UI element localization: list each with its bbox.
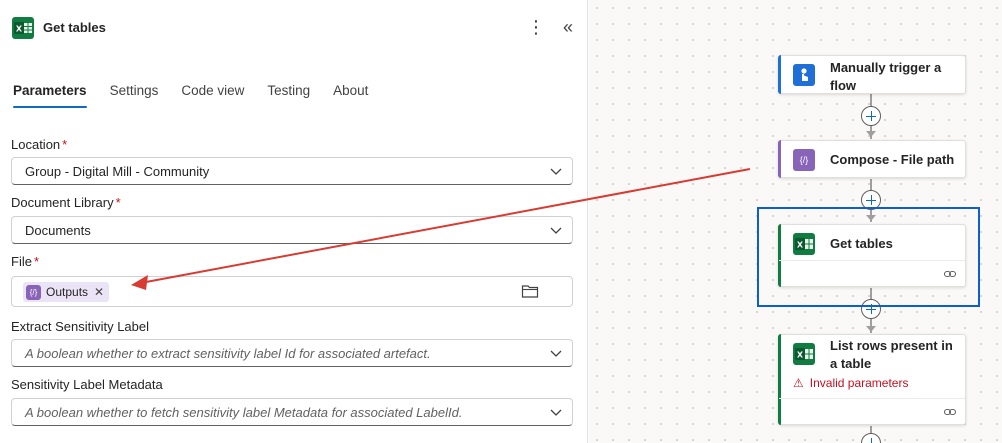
excel-icon: X bbox=[793, 343, 815, 365]
error-text: Invalid parameters bbox=[809, 376, 909, 390]
compose-icon: {/} bbox=[26, 284, 41, 300]
insert-step-button[interactable] bbox=[861, 106, 881, 126]
compose-icon: {/} bbox=[793, 149, 815, 171]
required-marker: * bbox=[115, 195, 121, 210]
card-title: Compose - File path bbox=[830, 152, 955, 167]
tab-settings[interactable]: Settings bbox=[110, 82, 159, 112]
flow-card-list-rows[interactable]: X List rows present in a table ⚠ Invalid… bbox=[778, 334, 966, 425]
more-options-button[interactable]: ⋮ bbox=[527, 16, 545, 40]
document-library-value: Documents bbox=[25, 223, 91, 238]
chevron-down-icon bbox=[550, 350, 562, 357]
chevron-down-icon bbox=[550, 168, 562, 175]
insert-step-button[interactable] bbox=[861, 299, 881, 319]
tab-testing[interactable]: Testing bbox=[267, 82, 310, 112]
panel-tabs: Parameters Settings Code view Testing Ab… bbox=[13, 82, 391, 114]
tab-parameters[interactable]: Parameters bbox=[13, 82, 87, 112]
flow-card-compose[interactable]: {/} Compose - File path bbox=[778, 140, 966, 178]
card-title: Get tables bbox=[830, 236, 893, 251]
tab-about[interactable]: About bbox=[333, 82, 368, 112]
sensitivity-metadata-label: Sensitivity Label Metadata bbox=[11, 377, 163, 392]
folder-icon[interactable] bbox=[521, 283, 539, 299]
extract-sensitivity-placeholder: A boolean whether to extract sensitivity… bbox=[25, 346, 431, 361]
extract-sensitivity-label: Extract Sensitivity Label bbox=[11, 319, 150, 334]
link-icon bbox=[943, 270, 957, 278]
link-icon bbox=[943, 408, 957, 416]
panel-title: Get tables bbox=[43, 20, 106, 35]
tab-code-view[interactable]: Code view bbox=[181, 82, 244, 112]
connector-arrow bbox=[866, 326, 876, 332]
token-label: Outputs bbox=[46, 285, 89, 299]
location-label: Location * bbox=[11, 137, 67, 152]
card-footer bbox=[779, 260, 965, 286]
card-accent bbox=[778, 55, 781, 94]
required-marker: * bbox=[62, 137, 68, 152]
svg-text:X: X bbox=[797, 241, 804, 250]
document-library-label: Document Library * bbox=[11, 195, 121, 210]
file-label: File * bbox=[11, 254, 39, 269]
action-details-panel: X Get tables ⋮ « Parameters Settings Cod… bbox=[0, 0, 588, 443]
file-label-text: File bbox=[11, 254, 32, 269]
flow-card-get-tables[interactable]: X Get tables bbox=[778, 224, 966, 287]
card-title: Manually trigger a flow bbox=[830, 60, 942, 93]
error-message: ⚠ Invalid parameters bbox=[793, 376, 908, 390]
chevron-down-icon bbox=[550, 227, 562, 234]
connector-arrow bbox=[866, 215, 876, 221]
svg-text:X: X bbox=[797, 351, 804, 360]
chevron-down-icon bbox=[550, 409, 562, 416]
card-accent bbox=[778, 140, 781, 178]
sensitivity-metadata-placeholder: A boolean whether to fetch sensitivity l… bbox=[25, 405, 463, 420]
collapse-panel-button[interactable]: « bbox=[558, 16, 578, 40]
insert-step-button[interactable] bbox=[861, 190, 881, 210]
extract-sensitivity-dropdown[interactable]: A boolean whether to extract sensitivity… bbox=[11, 339, 573, 367]
document-library-label-text: Document Library bbox=[11, 195, 114, 210]
warning-icon: ⚠ bbox=[793, 376, 804, 390]
sensitivity-metadata-dropdown[interactable]: A boolean whether to fetch sensitivity l… bbox=[11, 398, 573, 426]
location-dropdown[interactable]: Group - Digital Mill - Community bbox=[11, 157, 573, 185]
flow-card-manual-trigger[interactable]: Manually trigger a flow bbox=[778, 55, 966, 94]
manual-trigger-icon bbox=[793, 64, 815, 86]
location-value: Group - Digital Mill - Community bbox=[25, 164, 210, 179]
connector-arrow bbox=[866, 131, 876, 137]
required-marker: * bbox=[33, 254, 40, 269]
card-footer bbox=[779, 398, 965, 424]
outputs-token[interactable]: {/} Outputs ✕ bbox=[23, 282, 110, 302]
file-input[interactable]: {/} Outputs ✕ bbox=[11, 276, 573, 307]
excel-icon: X bbox=[12, 17, 34, 39]
location-label-text: Location bbox=[11, 137, 61, 152]
document-library-dropdown[interactable]: Documents bbox=[11, 216, 573, 244]
svg-text:X: X bbox=[16, 25, 23, 34]
excel-icon: X bbox=[793, 233, 815, 255]
remove-token-button[interactable]: ✕ bbox=[94, 285, 104, 299]
card-title: List rows present in a table bbox=[830, 338, 953, 371]
